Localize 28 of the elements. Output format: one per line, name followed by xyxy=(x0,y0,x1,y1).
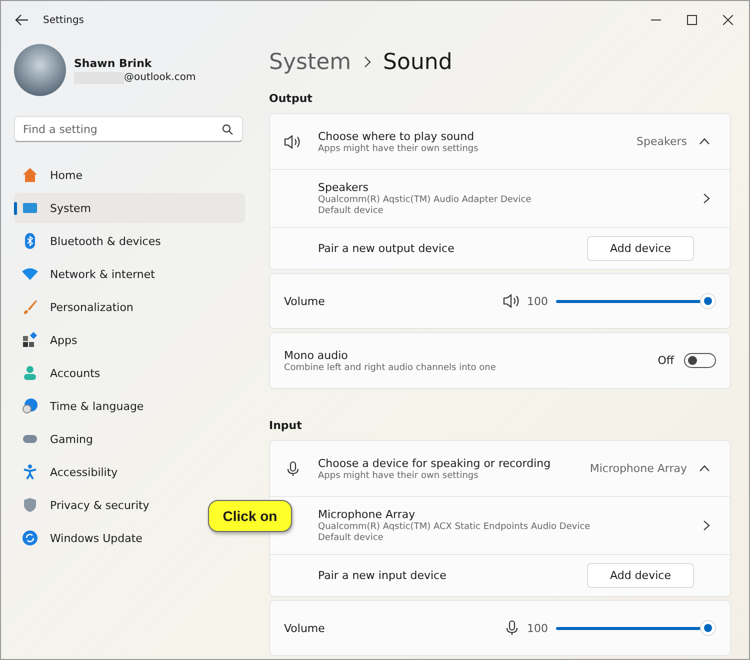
section-heading: Output xyxy=(269,92,314,105)
setting-title: Choose a device for speaking or recording xyxy=(318,456,552,470)
selected-device: Microphone Array xyxy=(590,462,687,475)
setting-subtitle: Apps might have their own settings xyxy=(318,144,480,154)
pair-label: Pair a new input device xyxy=(318,569,448,582)
toggle-state: Off xyxy=(658,354,674,367)
device-description: Qualcomm(R) Aqstic(TM) ACX Static Endpoints Audio Device xyxy=(318,522,592,532)
setting-title: Mono audio xyxy=(284,348,349,362)
volume-reading: 100 xyxy=(527,294,548,308)
setting-subtitle: Apps might have their own settings xyxy=(318,470,480,480)
pair-label: Pair a new output device xyxy=(318,242,456,255)
volume-label: Volume xyxy=(284,622,326,634)
device-description: Qualcomm(R) Aqstic(TM) Audio Adapter Device xyxy=(318,195,532,205)
section-heading: Input xyxy=(269,419,303,432)
callout-tooltip: Click on xyxy=(208,500,292,532)
selected-device: Speakers xyxy=(636,135,687,148)
device-status: Default device xyxy=(318,206,384,216)
user-email: @outlook.com xyxy=(124,72,196,83)
device-name: Speakers xyxy=(318,181,370,194)
window-title: Settings xyxy=(43,14,84,26)
setting-title: Choose where to play sound xyxy=(318,130,476,142)
page-title: Sound xyxy=(383,50,452,74)
device-name: Microphone Array xyxy=(318,508,416,521)
user-name: Shawn Brink xyxy=(74,56,153,70)
device-status: Default device xyxy=(318,533,384,543)
volume-reading: 100 xyxy=(527,622,548,634)
setting-subtitle: Combine left and right audio channels into one xyxy=(284,362,497,372)
volume-label: Volume xyxy=(284,294,326,308)
